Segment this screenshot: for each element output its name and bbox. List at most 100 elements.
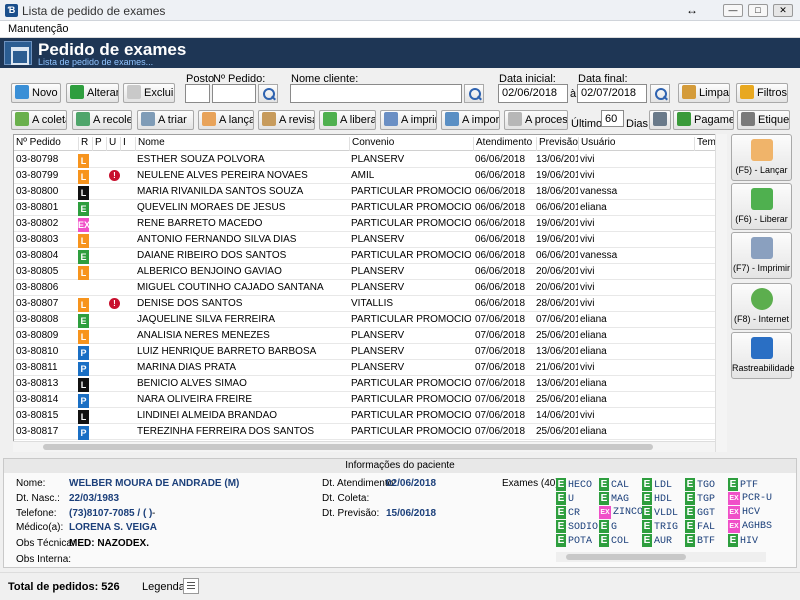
posto-input[interactable] bbox=[185, 84, 210, 103]
table-row[interactable]: 03-80811 MARINA DIAS PRATA PLANSERV 07/06/2… bbox=[14, 360, 719, 376]
exam-item[interactable]: E PTF bbox=[728, 478, 758, 491]
exam-item[interactable]: EU bbox=[556, 492, 574, 505]
exam-item[interactable]: EX PCR-U bbox=[728, 492, 772, 505]
close-button[interactable]: ✕ bbox=[773, 4, 793, 17]
exam-item[interactable]: E HECO bbox=[556, 478, 592, 491]
table-row[interactable]: 03-80809 ANALISIA NERES MENEZES PLANSERV 07… bbox=[14, 328, 719, 344]
exam-item[interactable]: EX ZINCO bbox=[599, 506, 643, 519]
a-lancar-button[interactable]: A lançar bbox=[198, 110, 254, 130]
col-r[interactable]: R bbox=[78, 137, 92, 151]
col-temp[interactable]: Temp bbox=[694, 137, 721, 151]
table-row[interactable]: 03-80803 ANTONIO FERNANDO SILVA DIAS PLANS… bbox=[14, 232, 719, 248]
exam-item[interactable]: E VLDL bbox=[642, 506, 678, 519]
exam-item[interactable]: E SODIO bbox=[556, 520, 598, 533]
col-previsao[interactable]: Previsão bbox=[536, 137, 578, 151]
pagamento-button[interactable]: Pagamento bbox=[673, 110, 734, 130]
table-row[interactable]: 03-80813 BENICIO ALVES SIMAO PARTICULAR PR… bbox=[14, 376, 719, 392]
scroll-thumb[interactable] bbox=[43, 444, 653, 450]
exam-item[interactable]: E CAL bbox=[599, 478, 629, 491]
col-usuario[interactable]: Usuário bbox=[578, 137, 694, 151]
col-i[interactable]: I bbox=[120, 137, 136, 151]
exam-item[interactable]: E MAG bbox=[599, 492, 629, 505]
table-row[interactable]: 03-80798 ESTHER SOUZA POLVORA PLANSERV 06/0… bbox=[14, 152, 719, 168]
data-inicial-input[interactable]: 02/06/2018 bbox=[498, 84, 568, 103]
exam-item[interactable]: E FAL bbox=[685, 520, 715, 533]
exam-item[interactable]: E HDL bbox=[642, 492, 672, 505]
resize-arrows-icon[interactable]: ↔ bbox=[686, 3, 698, 17]
table-row[interactable]: 03-80808 JAQUELINE SILVA FERREIRA PARTICUL… bbox=[14, 312, 719, 328]
exam-code: AUR bbox=[654, 536, 673, 547]
exam-item[interactable]: E COL bbox=[599, 534, 629, 547]
excluir-button[interactable]: Excluir bbox=[123, 83, 175, 103]
col-pedido[interactable]: Nº Pedido bbox=[14, 137, 79, 151]
search-date-button[interactable] bbox=[650, 84, 670, 103]
table-row[interactable]: 03-80801 QUEVELIN MORAES DE JESUS PARTICUL… bbox=[14, 200, 719, 216]
a-coletar-button[interactable]: A coletar bbox=[11, 110, 67, 130]
col-convenio[interactable]: Convenio bbox=[349, 137, 473, 151]
exam-item[interactable]: E TRIG bbox=[642, 520, 678, 533]
exam-item[interactable]: EG bbox=[599, 520, 617, 533]
lancar-side-button[interactable]: (F5) - Lançar bbox=[731, 134, 792, 181]
exam-item[interactable]: E TGP bbox=[685, 492, 715, 505]
etiqueta-button[interactable]: Etiqueta bbox=[737, 110, 790, 130]
dias-input[interactable]: 60 bbox=[601, 110, 624, 127]
a-recoletar-button[interactable]: A recoletar bbox=[72, 110, 132, 130]
imprimir-side-button[interactable]: (F7) - Imprimir bbox=[731, 232, 792, 279]
exam-item[interactable]: E AUR bbox=[642, 534, 672, 547]
a-processar-button[interactable]: A processar bbox=[504, 110, 568, 130]
table-row[interactable]: 03-80806 MIGUEL COUTINHO CAJADO SANTANA PL… bbox=[14, 280, 719, 296]
exam-item[interactable]: E POTA bbox=[556, 534, 592, 547]
a-triar-button[interactable]: A triar bbox=[137, 110, 194, 130]
a-imprimir-button[interactable]: A imprimir bbox=[380, 110, 437, 130]
liberar-side-button[interactable]: (F6) - Liberar bbox=[731, 183, 792, 230]
legend-button[interactable] bbox=[183, 578, 199, 594]
col-nome[interactable]: Nome bbox=[135, 137, 349, 151]
exam-item[interactable]: E HIV bbox=[728, 534, 758, 547]
exam-item[interactable]: E CR bbox=[556, 506, 580, 519]
table-horizontal-scrollbar[interactable] bbox=[13, 441, 715, 452]
table-row[interactable]: 03-80815 LINDINEI ALMEIDA BRANDAO PARTICUL… bbox=[14, 408, 719, 424]
cell-nome: ANTONIO FERNANDO SILVA DIAS bbox=[137, 234, 297, 245]
cliente-input[interactable] bbox=[290, 84, 462, 103]
col-atendimento[interactable]: Atendimento bbox=[473, 137, 536, 151]
alterar-button[interactable]: Alterar bbox=[66, 83, 119, 103]
table-row[interactable]: 03-80799 NEULENE ALVES PEREIRA NOVAES AMIL… bbox=[14, 168, 719, 184]
pedido-input[interactable] bbox=[212, 84, 256, 103]
menu-manutencao[interactable]: Manutenção bbox=[8, 23, 69, 35]
novo-button[interactable]: Novo bbox=[11, 83, 61, 103]
table-row[interactable]: 03-80805 ALBERICO BENJOINO GAVIÃO PLANSERV… bbox=[14, 264, 719, 280]
rastreabilidade-side-button[interactable]: Rastreabilidade bbox=[731, 332, 795, 379]
table-vertical-scrollbar[interactable] bbox=[715, 134, 727, 452]
exam-item[interactable]: E LDL bbox=[642, 478, 672, 491]
col-p[interactable]: P bbox=[92, 137, 106, 151]
exam-item[interactable]: E GGT bbox=[685, 506, 715, 519]
internet-side-button[interactable]: (F8) - Internet bbox=[731, 283, 792, 330]
filtros-button[interactable]: Filtros bbox=[736, 83, 788, 103]
status-badge: P bbox=[78, 426, 89, 440]
exams-scroll-thumb[interactable] bbox=[566, 554, 686, 560]
limpar-button[interactable]: Limpar bbox=[678, 83, 730, 103]
data-final-input[interactable]: 02/07/2018 bbox=[577, 84, 647, 103]
a-revisar-button[interactable]: A revisar bbox=[258, 110, 315, 130]
minimize-button[interactable]: — bbox=[723, 4, 743, 17]
table-row[interactable]: 03-80817 TEREZINHA FERREIRA DOS SANTOS PAR… bbox=[14, 424, 719, 440]
table-row[interactable]: 03-80804 DAIANE RIBEIRO DOS SANTOS PARTICU… bbox=[14, 248, 719, 264]
exam-item[interactable]: E TGO bbox=[685, 478, 715, 491]
exam-item[interactable]: E BTF bbox=[685, 534, 715, 547]
table-row[interactable]: 03-80810 LUIZ HENRIQUE BARRETO BARBOSA PLA… bbox=[14, 344, 719, 360]
cell-usuario: vivi bbox=[580, 154, 595, 165]
table-row[interactable]: 03-80807 DENISE DOS SANTOS VITALLIS 06/06/2… bbox=[14, 296, 719, 312]
exams-scrollbar[interactable] bbox=[556, 552, 766, 562]
table-row[interactable]: 03-80814 NARA OLIVEIRA FREIRE PARTICULAR P… bbox=[14, 392, 719, 408]
a-liberar-button[interactable]: A liberar bbox=[319, 110, 376, 130]
exam-item[interactable]: EX HCV bbox=[728, 506, 760, 519]
print-list-button[interactable] bbox=[649, 110, 671, 130]
table-row[interactable]: 03-80802 RENE BARRETO MACEDO PARTICULAR PR… bbox=[14, 216, 719, 232]
maximize-button[interactable]: □ bbox=[748, 4, 768, 17]
table-row[interactable]: 03-80800 MARIA RIVANILDA SANTOS SOUZA PART… bbox=[14, 184, 719, 200]
exam-item[interactable]: EX AGHBS bbox=[728, 520, 772, 533]
col-u[interactable]: U bbox=[106, 137, 120, 151]
search-cliente-button[interactable] bbox=[464, 84, 484, 103]
search-pedido-button[interactable] bbox=[258, 84, 278, 103]
a-importar-button[interactable]: A importar bbox=[441, 110, 500, 130]
